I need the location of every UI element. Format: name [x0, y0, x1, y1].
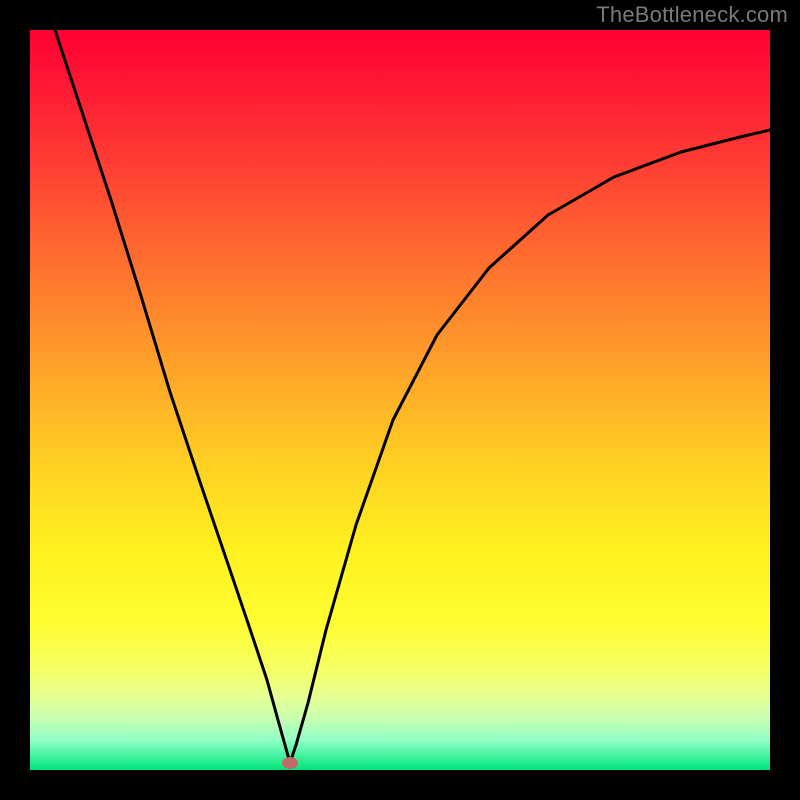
min-marker-icon [282, 757, 298, 769]
plot-area [30, 30, 770, 770]
watermark-text: TheBottleneck.com [596, 2, 788, 28]
bottleneck-curve-path [55, 30, 770, 763]
bottleneck-curve-svg [30, 30, 770, 770]
chart-frame: TheBottleneck.com [0, 0, 800, 800]
